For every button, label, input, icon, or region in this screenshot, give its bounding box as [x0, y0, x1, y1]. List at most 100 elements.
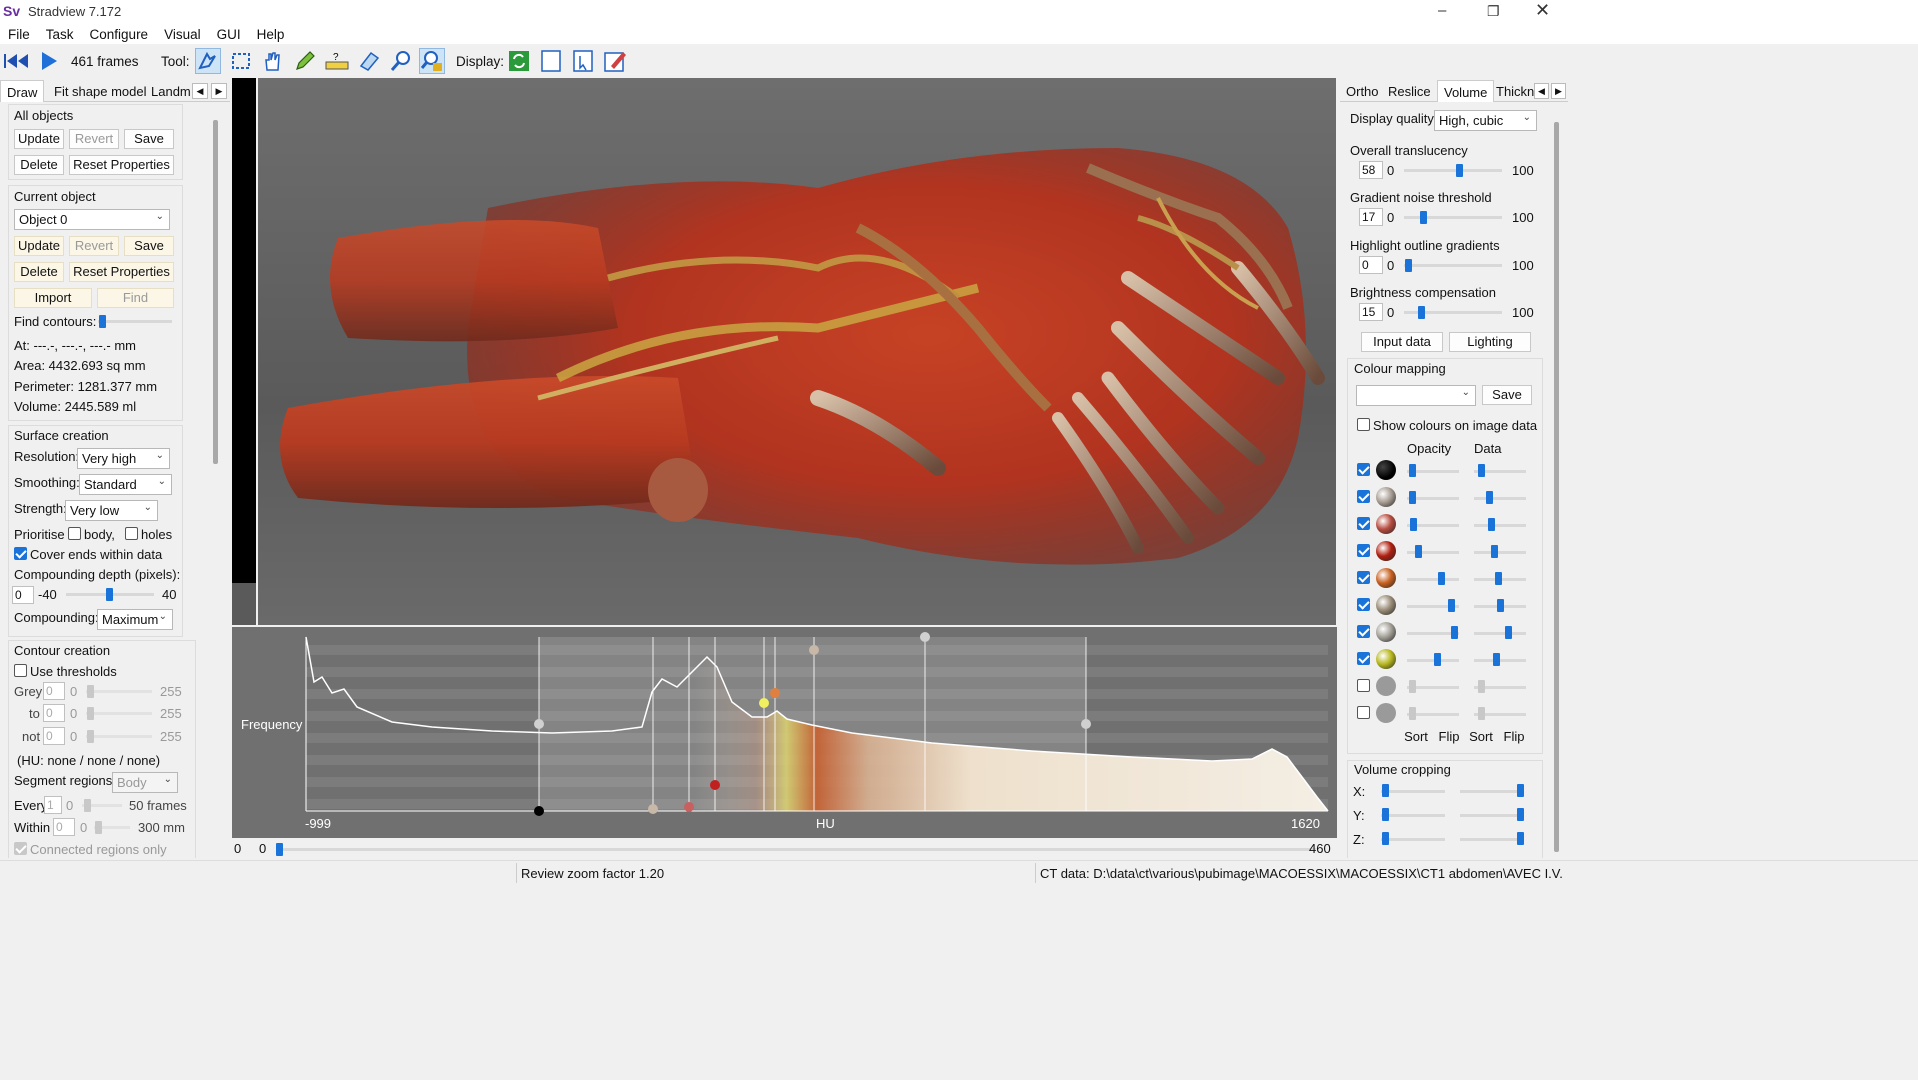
compounding-depth-value[interactable]: 0 — [12, 586, 34, 604]
revert-all-button[interactable]: Revert — [69, 129, 119, 149]
colour-row-data-slider[interactable] — [1495, 572, 1502, 585]
update-all-button[interactable]: Update — [14, 129, 64, 149]
colour-row-opacity-slider[interactable] — [1409, 680, 1416, 693]
colour-row-checkbox[interactable] — [1357, 490, 1370, 503]
compounding-select[interactable]: Maximum ⌄ — [97, 609, 173, 630]
opacity-flip-button[interactable]: Flip — [1435, 728, 1463, 748]
colour-swatch[interactable] — [1376, 514, 1396, 534]
colour-row-opacity-slider[interactable] — [1409, 491, 1416, 504]
pointer-view-icon[interactable] — [570, 48, 596, 74]
left-scrollbar[interactable] — [213, 120, 218, 464]
colour-row-checkbox[interactable] — [1357, 571, 1370, 584]
colour-row-checkbox[interactable] — [1357, 652, 1370, 665]
pencil-icon[interactable] — [292, 48, 318, 74]
within-value[interactable]: 0 — [53, 818, 75, 836]
refresh-icon[interactable] — [506, 48, 532, 74]
close-icon[interactable]: ✕ — [1535, 0, 1550, 21]
volume-render-view[interactable] — [258, 78, 1336, 625]
overall-translucency-slider[interactable] — [1456, 164, 1463, 177]
tab-landmarks[interactable]: Landm — [145, 80, 190, 102]
every-value[interactable]: 1 — [44, 796, 62, 814]
colour-row-opacity-slider[interactable] — [1409, 464, 1416, 477]
tab-thickness[interactable]: Thickn — [1490, 80, 1534, 102]
tab-ortho[interactable]: Ortho — [1340, 80, 1385, 102]
zoom-lock-icon[interactable] — [419, 48, 445, 74]
revert-object-button[interactable]: Revert — [69, 236, 119, 256]
colour-row-opacity-slider[interactable] — [1410, 518, 1417, 531]
save-all-button[interactable]: Save — [124, 129, 174, 149]
colour-row-checkbox[interactable] — [1357, 463, 1370, 476]
colour-row-opacity-slider[interactable] — [1415, 545, 1422, 558]
resolution-select[interactable]: Very high ⌄ — [77, 448, 170, 469]
frame-slider-thumb[interactable] — [276, 843, 283, 856]
menu-visual[interactable]: Visual — [156, 24, 209, 42]
tab-draw[interactable]: Draw — [0, 80, 45, 102]
show-colours-checkbox[interactable] — [1357, 418, 1370, 431]
colour-row-opacity-slider[interactable] — [1451, 626, 1458, 639]
colour-row-data-slider[interactable] — [1478, 707, 1485, 720]
menu-task[interactable]: Task — [38, 24, 82, 42]
strength-select[interactable]: Very low ⌄ — [65, 500, 158, 521]
colour-row-checkbox[interactable] — [1357, 517, 1370, 530]
gradient-noise-slider[interactable] — [1420, 211, 1427, 224]
restore-icon[interactable]: ❐ — [1487, 3, 1500, 20]
colour-swatch[interactable] — [1376, 541, 1396, 561]
within-slider[interactable] — [95, 821, 102, 834]
colour-row-checkbox[interactable] — [1357, 706, 1370, 719]
data-sort-button[interactable]: Sort — [1467, 728, 1495, 748]
brightness-value[interactable]: 15 — [1359, 303, 1383, 321]
colour-swatch[interactable] — [1376, 649, 1396, 669]
colour-swatch[interactable] — [1376, 676, 1396, 696]
reset-properties-all-button[interactable]: Reset Properties — [69, 155, 174, 175]
colour-row-opacity-slider[interactable] — [1409, 707, 1416, 720]
crop-z-max-slider[interactable] — [1517, 832, 1524, 845]
tab-fit-shape-model[interactable]: Fit shape model — [48, 80, 153, 102]
save-object-button[interactable]: Save — [124, 236, 174, 256]
colour-swatch[interactable] — [1376, 703, 1396, 723]
eraser-icon[interactable] — [356, 48, 382, 74]
segment-regions-select[interactable]: Body ⌄ — [112, 772, 178, 793]
colour-row-opacity-slider[interactable] — [1438, 572, 1445, 585]
zoom-icon[interactable] — [388, 48, 414, 74]
to-slider[interactable] — [87, 707, 94, 720]
highlight-outline-value[interactable]: 0 — [1359, 256, 1383, 274]
crop-y-min-slider[interactable] — [1382, 808, 1389, 821]
delete-all-button[interactable]: Delete — [14, 155, 64, 175]
reset-properties-object-button[interactable]: Reset Properties — [69, 262, 174, 282]
highlight-outline-slider[interactable] — [1405, 259, 1412, 272]
colour-row-checkbox[interactable] — [1357, 544, 1370, 557]
tab-scroll-left-icon[interactable]: ◀ — [192, 83, 208, 99]
tab-scroll-right-icon[interactable]: ▶ — [211, 83, 227, 99]
colour-row-checkbox[interactable] — [1357, 598, 1370, 611]
hand-icon[interactable] — [259, 48, 285, 74]
colour-swatch[interactable] — [1376, 487, 1396, 507]
import-button[interactable]: Import — [14, 288, 92, 308]
object-select[interactable]: Object 0 ⌄ — [14, 209, 170, 230]
menu-configure[interactable]: Configure — [82, 24, 157, 42]
input-data-button[interactable]: Input data — [1361, 332, 1443, 352]
freehand-draw-icon[interactable] — [195, 48, 221, 74]
menu-help[interactable]: Help — [249, 24, 293, 42]
crop-x-max-slider[interactable] — [1517, 784, 1524, 797]
crop-y-max-slider[interactable] — [1517, 808, 1524, 821]
find-button[interactable]: Find — [97, 288, 174, 308]
crop-x-min-slider[interactable] — [1382, 784, 1389, 797]
colour-mapping-save-button[interactable]: Save — [1482, 385, 1532, 405]
colour-row-data-slider[interactable] — [1478, 680, 1485, 693]
delete-object-button[interactable]: Delete — [14, 262, 64, 282]
colour-swatch[interactable] — [1376, 568, 1396, 588]
to-value[interactable]: 0 — [43, 704, 65, 722]
edit-view-icon[interactable] — [602, 48, 628, 74]
prioritise-holes-checkbox[interactable] — [125, 527, 138, 540]
measure-icon[interactable]: ? — [324, 48, 350, 74]
colour-row-checkbox[interactable] — [1357, 625, 1370, 638]
right-scrollbar[interactable] — [1554, 122, 1559, 852]
colour-swatch[interactable] — [1376, 460, 1396, 480]
colour-swatch[interactable] — [1376, 622, 1396, 642]
gradient-noise-value[interactable]: 17 — [1359, 208, 1383, 226]
compounding-depth-slider[interactable] — [106, 588, 113, 601]
right-tab-scroll-left-icon[interactable]: ◀ — [1534, 83, 1549, 99]
colour-row-data-slider[interactable] — [1486, 491, 1493, 504]
play-icon[interactable] — [36, 48, 62, 74]
grey-slider[interactable] — [87, 685, 94, 698]
